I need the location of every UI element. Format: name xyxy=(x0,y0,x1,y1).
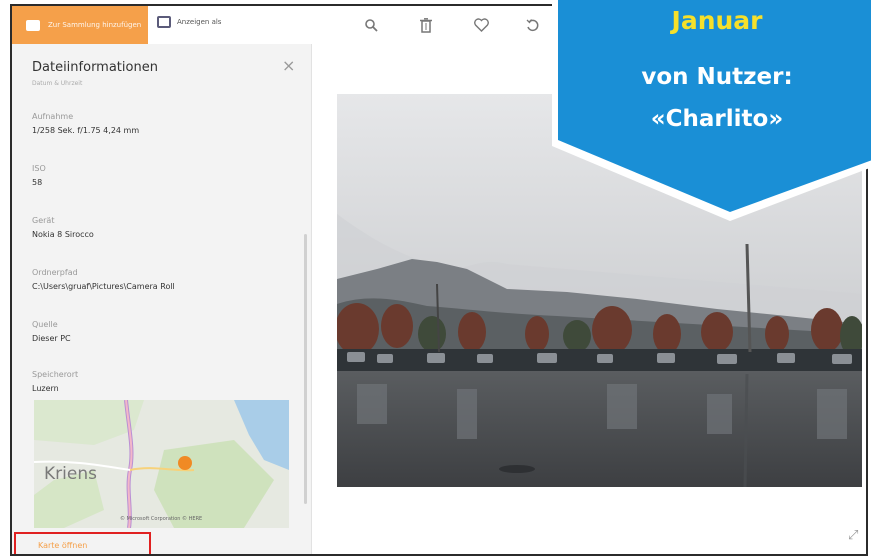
open-map-link[interactable]: Karte öffnen xyxy=(38,541,87,550)
field-label: ISO xyxy=(32,164,46,173)
slideshow-icon xyxy=(157,16,171,28)
field-value: 1/258 Sek. f/1.75 4,24 mm xyxy=(32,126,140,135)
map-pin-icon xyxy=(178,456,192,470)
panel-subtitle: Datum & Uhrzeit xyxy=(32,80,83,87)
location-map[interactable]: Kriens © Microsoft Corporation © HERE xyxy=(34,400,289,528)
folder-icon xyxy=(26,19,40,31)
banner-month: Januar xyxy=(671,6,763,35)
info-field-device: Gerät Nokia 8 Sirocco xyxy=(32,216,94,239)
map-attribution: © Microsoft Corporation © HERE xyxy=(120,516,203,522)
info-field-iso: ISO 58 xyxy=(32,164,46,187)
field-value: Dieser PC xyxy=(32,334,71,343)
view-as-label: Anzeigen als xyxy=(177,18,222,26)
field-label: Gerät xyxy=(32,216,55,225)
banner-line1: von Nutzer: xyxy=(641,64,793,90)
expand-icon[interactable]: ⤢ xyxy=(848,528,858,543)
info-field-location: Speicherort Luzern xyxy=(32,370,78,393)
field-value: 58 xyxy=(32,178,43,187)
zoom-icon[interactable] xyxy=(362,16,380,34)
map-city-label: Kriens xyxy=(44,464,97,484)
file-info-panel: Dateiinformationen Datum & Uhrzeit × Auf… xyxy=(12,44,312,554)
field-value: Luzern xyxy=(32,384,59,393)
favorite-icon[interactable] xyxy=(472,16,490,34)
field-label: Quelle xyxy=(32,320,58,329)
close-icon[interactable]: × xyxy=(282,56,295,75)
field-value[interactable]: C:\Users\gruaf\Pictures\Camera Roll xyxy=(32,282,175,291)
panel-scrollbar[interactable] xyxy=(304,234,307,504)
delete-icon[interactable] xyxy=(417,16,435,34)
info-field-source: Quelle Dieser PC xyxy=(32,320,71,343)
field-value: Nokia 8 Sirocco xyxy=(32,230,94,239)
add-to-collection-label: Zur Sammlung hinzufügen xyxy=(48,21,142,29)
info-field-folder-path: Ordnerpfad C:\Users\gruaf\Pictures\Camer… xyxy=(32,268,175,291)
add-to-collection-button[interactable]: Zur Sammlung hinzufügen xyxy=(12,6,148,44)
field-label: Aufnahme xyxy=(32,112,74,121)
info-field-aufnahme: Aufnahme 1/258 Sek. f/1.75 4,24 mm xyxy=(32,112,139,135)
banner-line2: «Charlito» xyxy=(650,106,784,132)
user-photo-banner: Januar von Nutzer: «Charlito» xyxy=(540,0,871,228)
panel-title: Dateiinformationen xyxy=(32,60,158,75)
field-label: Ordnerpfad xyxy=(32,268,78,277)
view-as-button[interactable]: Anzeigen als xyxy=(157,16,221,28)
field-label: Speicherort xyxy=(32,370,79,379)
